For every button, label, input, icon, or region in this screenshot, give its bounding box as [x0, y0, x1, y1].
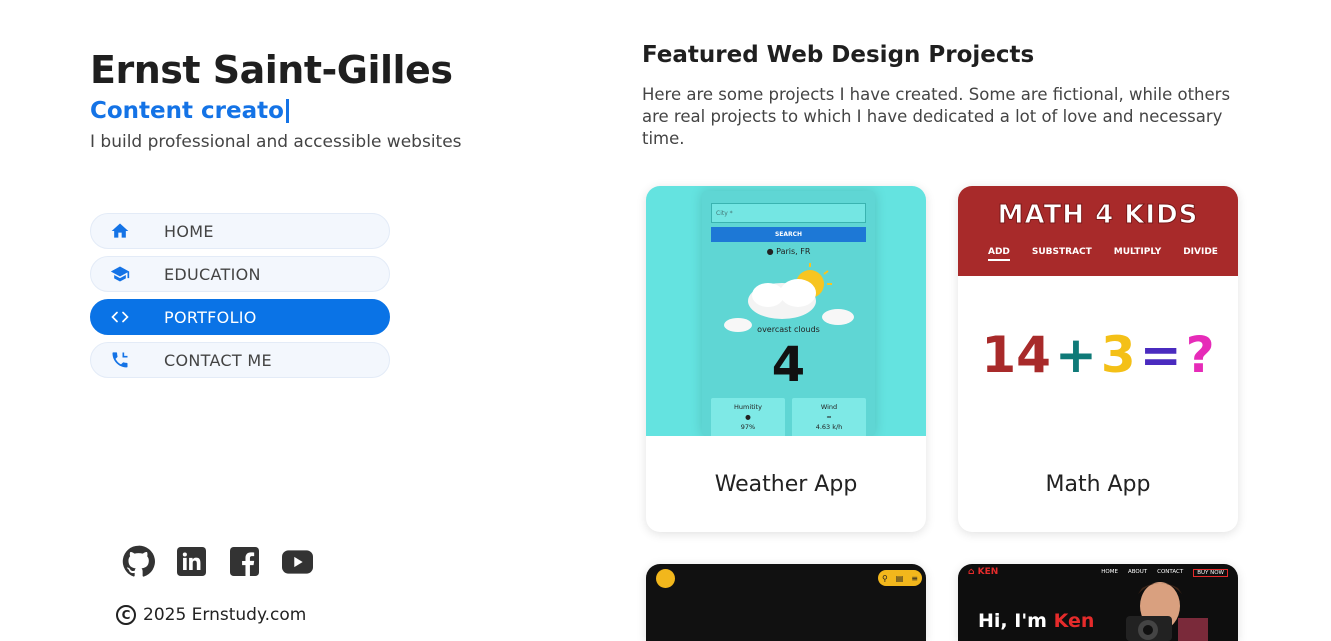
- ken-menu-item: CONTACT: [1157, 569, 1184, 575]
- weather-location: ● Paris, FR: [702, 247, 875, 256]
- linkedin-icon[interactable]: [175, 545, 208, 578]
- hamburger-icon: ≡: [911, 573, 918, 583]
- footer-copyright: C 2025 Ernstudy.com: [116, 605, 306, 625]
- graduation-cap-icon: [91, 264, 149, 284]
- wind-label: Wind: [820, 403, 838, 411]
- math-tab: ADD: [988, 247, 1010, 261]
- home-icon: [91, 221, 149, 241]
- ken-brand: ⌂ KEN: [968, 567, 998, 577]
- equation-term: 3: [1100, 326, 1136, 384]
- weather-search-button: SEARCH: [711, 227, 866, 242]
- copyright-icon: C: [116, 605, 136, 625]
- profile-name: Ernst Saint-Gilles: [90, 48, 453, 92]
- humidity-label: Humitity: [734, 403, 762, 411]
- projects-heading: Featured Web Design Projects: [642, 42, 1035, 68]
- projects-section: Featured Web Design Projects Here are so…: [642, 40, 1242, 150]
- search-icon: ⚲: [881, 573, 888, 583]
- typing-caret: [285, 99, 289, 123]
- nav-item-education[interactable]: EDUCATION: [90, 256, 390, 292]
- location-pin-icon: ●: [766, 247, 774, 256]
- photographer-image: [1126, 582, 1208, 641]
- project-card-3[interactable]: ⚲ ▤ ≡: [646, 564, 926, 641]
- menu-icon: [656, 569, 675, 588]
- projects-intro: Here are some projects I have created. S…: [642, 85, 1231, 148]
- weather-temperature: 4: [771, 337, 806, 393]
- shop-actions: ⚲ ▤ ≡: [878, 570, 922, 586]
- droplet-icon: ●: [745, 413, 751, 421]
- ken-hero-prefix: Hi, I'm: [978, 610, 1047, 632]
- nav-item-label: HOME: [164, 221, 214, 241]
- main-nav: HOME EDUCATION PORTFOLIO CONTACT ME: [90, 213, 390, 385]
- github-icon[interactable]: [122, 545, 155, 578]
- weather-city-input: City *: [711, 203, 866, 223]
- math-tab: SUBSTRACT: [1031, 247, 1092, 257]
- phone-icon: [91, 350, 149, 370]
- ken-menu-item: HOME: [1101, 569, 1118, 575]
- project-card-title: Math App: [1045, 471, 1151, 497]
- copyright-text: 2025 Ernstudy.com: [143, 605, 307, 625]
- ken-menu: HOME ABOUT CONTACT BUY NOW: [1101, 569, 1228, 577]
- equation-operator: =: [1139, 326, 1182, 384]
- ken-hero-name: Ken: [1053, 610, 1095, 632]
- nav-item-home[interactable]: HOME: [90, 213, 390, 249]
- role-text: Content creato: [90, 98, 284, 124]
- ken-brand-text: KEN: [977, 567, 999, 577]
- profile-tagline: I build professional and accessible webs…: [90, 132, 462, 152]
- youtube-icon[interactable]: [281, 545, 314, 578]
- math-equation: 14 + 3 = ?: [958, 326, 1238, 384]
- project-card-4[interactable]: ⌂ KEN HOME ABOUT CONTACT BUY NOW Hi, I'm…: [958, 564, 1238, 641]
- math-app-preview: MATH 4 KIDS ADD SUBSTRACT MULTIPLY DIVID…: [958, 186, 1238, 436]
- code-icon: [91, 308, 149, 326]
- weather-phone-mockup: City * SEARCH ● Paris, FR overcast cloud…: [702, 191, 875, 436]
- equation-operator: +: [1054, 326, 1097, 384]
- ken-hero-title: Hi, I'm Ken: [978, 610, 1094, 632]
- weather-description: overcast clouds: [757, 325, 820, 334]
- wind-icon: ≈: [826, 413, 832, 421]
- equation-term: 14: [981, 326, 1051, 384]
- wind-value: 4.63 k/h: [815, 423, 843, 431]
- weather-location-text: Paris, FR: [776, 247, 811, 256]
- project-card-title: Weather App: [714, 471, 858, 497]
- weather-wind-box: Wind ≈ 4.63 k/h: [792, 398, 866, 436]
- math-app-tabs: ADD SUBSTRACT MULTIPLY DIVIDE: [988, 247, 1218, 261]
- nav-item-label: PORTFOLIO: [164, 307, 257, 327]
- nav-item-label: CONTACT ME: [164, 350, 272, 370]
- math-tab: DIVIDE: [1183, 247, 1218, 257]
- home-icon: ⌂: [968, 567, 975, 577]
- ken-buy-button: BUY NOW: [1193, 569, 1228, 577]
- social-links: [122, 545, 314, 578]
- math-app-logo: MATH 4 KIDS: [997, 200, 1199, 231]
- facebook-icon[interactable]: [228, 545, 261, 578]
- nav-item-contact[interactable]: CONTACT ME: [90, 342, 390, 378]
- humidity-value: 97%: [740, 423, 756, 431]
- profile-role: Content creato: [90, 96, 510, 126]
- profile-header: Ernst Saint-Gilles Content creato I buil…: [90, 48, 510, 154]
- project-card-weather[interactable]: City * SEARCH ● Paris, FR overcast cloud…: [646, 186, 926, 532]
- cart-icon: ▤: [895, 573, 904, 583]
- equation-unknown: ?: [1185, 326, 1215, 384]
- ken-menu-item: ABOUT: [1127, 569, 1148, 575]
- weather-app-preview: City * SEARCH ● Paris, FR overcast cloud…: [646, 186, 926, 436]
- math-app-header: MATH 4 KIDS ADD SUBSTRACT MULTIPLY DIVID…: [958, 186, 1238, 276]
- nav-item-label: EDUCATION: [164, 264, 261, 284]
- project-card-math[interactable]: MATH 4 KIDS ADD SUBSTRACT MULTIPLY DIVID…: [958, 186, 1238, 532]
- math-tab: MULTIPLY: [1113, 247, 1162, 257]
- nav-item-portfolio[interactable]: PORTFOLIO: [90, 299, 390, 335]
- weather-humidity-box: Humitity ● 97%: [711, 398, 785, 436]
